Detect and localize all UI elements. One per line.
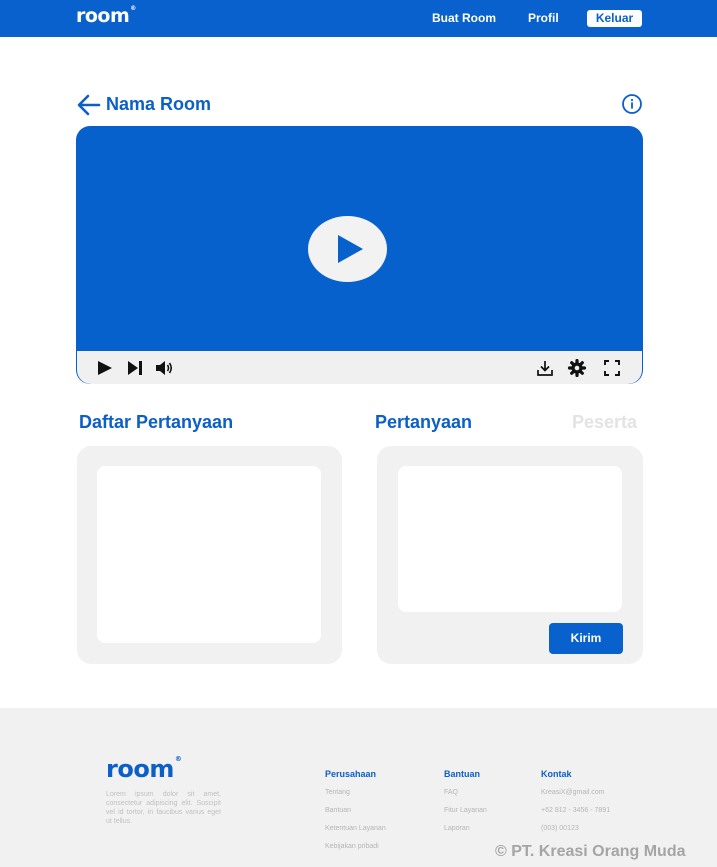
video-controls-bar xyxy=(77,351,642,384)
gear-icon[interactable] xyxy=(567,359,587,377)
footer-link-features[interactable]: Fitur Layanan xyxy=(444,806,487,824)
contact-phone: +62 812 - 3456 - 7891 xyxy=(541,807,611,814)
footer: room® Lorem ipsum dolor sit amet, consec… xyxy=(0,708,717,867)
volume-icon[interactable] xyxy=(154,359,174,377)
arrow-left-icon[interactable] xyxy=(77,94,101,116)
skip-next-icon[interactable] xyxy=(125,359,145,377)
footer-link-faq[interactable]: FAQ xyxy=(444,788,487,806)
play-icon xyxy=(338,235,363,263)
footer-logo[interactable]: room® xyxy=(106,755,182,783)
copyright-notice: © PT. Kreasi Orang Muda xyxy=(495,843,686,860)
footer-link-help[interactable]: Bantuan xyxy=(325,806,386,824)
nav-create-room-link[interactable]: Buat Room xyxy=(432,11,496,25)
nav-profile-link[interactable]: Profil xyxy=(528,11,559,25)
footer-column-heading: Perusahaan xyxy=(325,769,377,779)
footer-link-report[interactable]: Laporan xyxy=(444,824,487,842)
logout-button[interactable]: Keluar xyxy=(587,10,642,27)
question-list[interactable] xyxy=(97,466,321,643)
question-list-title: Daftar Pertanyaan xyxy=(79,412,234,432)
footer-column-contact: Kontak KreasiX@gmail.com +62 812 - 3456 … xyxy=(541,769,610,842)
room-title: Nama Room xyxy=(106,94,212,114)
footer-column-company: Perusahaan Tentang Bantuan Ketentuan Lay… xyxy=(325,769,386,860)
footer-column-heading: Kontak xyxy=(541,769,572,779)
video-player[interactable] xyxy=(76,126,643,384)
tab-questions[interactable]: Pertanyaan xyxy=(375,412,472,433)
footer-link-privacy[interactable]: Kebijakan pribadi xyxy=(325,842,386,860)
footer-link-about[interactable]: Tentang xyxy=(325,788,386,806)
footer-link-terms[interactable]: Ketentuan Layanan xyxy=(325,824,386,842)
info-icon[interactable] xyxy=(621,93,643,115)
download-icon[interactable] xyxy=(535,359,555,377)
footer-description: Lorem ipsum dolor sit amet, consectetur … xyxy=(106,791,221,825)
question-input[interactable] xyxy=(398,466,622,612)
contact-email: KreasiX@gmail.com xyxy=(541,789,605,796)
footer-column-heading: Bantuan xyxy=(444,769,480,779)
footer-column-help: Bantuan FAQ Fitur Layanan Laporan xyxy=(444,769,487,842)
brand-logo[interactable]: room® xyxy=(76,5,136,27)
question-form-panel: Kirim xyxy=(377,446,643,664)
play-icon[interactable] xyxy=(95,359,115,377)
contact-fax: (003) 00123 xyxy=(541,825,579,832)
big-play-button[interactable] xyxy=(308,216,387,282)
top-navbar: room® Buat Room Profil Keluar xyxy=(0,0,717,37)
fullscreen-icon[interactable] xyxy=(602,359,622,377)
tab-participants[interactable]: Peserta xyxy=(572,412,637,433)
question-list-panel xyxy=(77,446,342,664)
send-button[interactable]: Kirim xyxy=(549,623,623,654)
